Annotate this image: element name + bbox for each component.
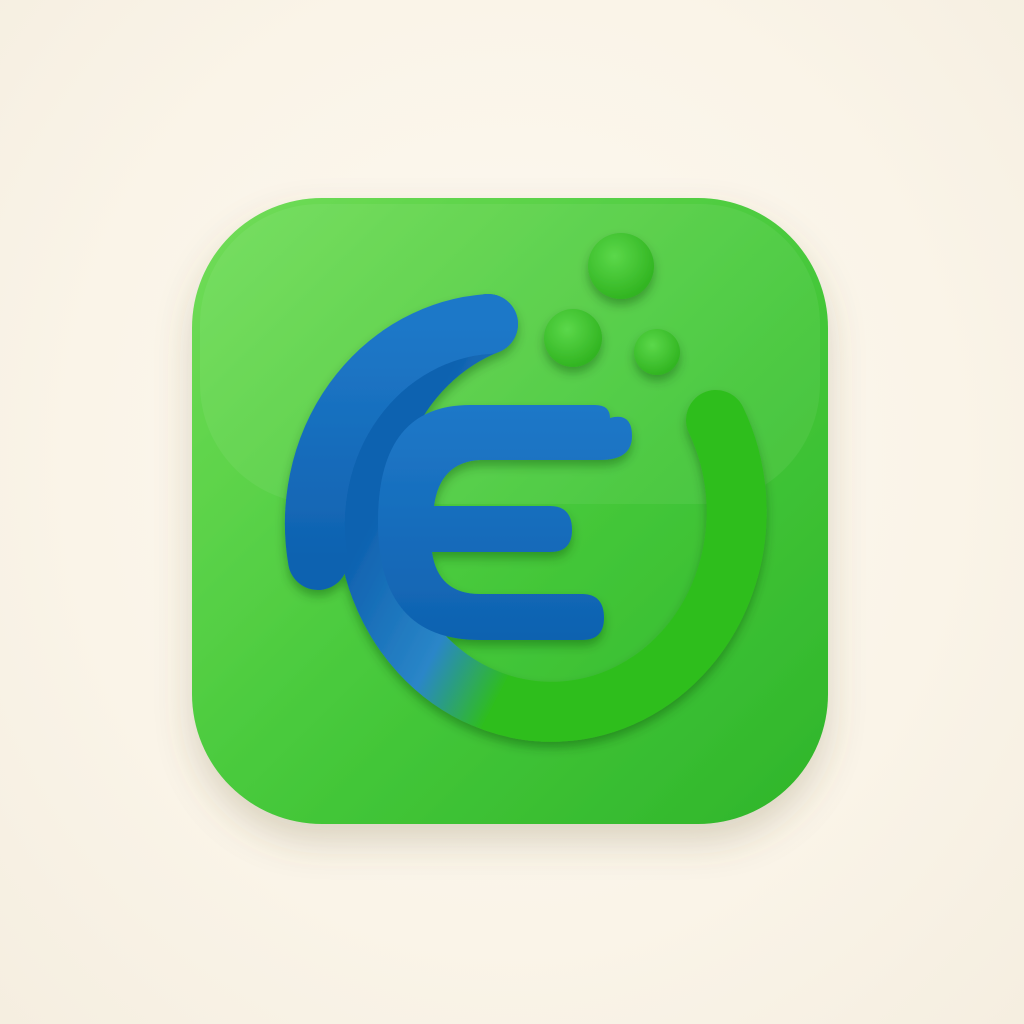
canvas (0, 0, 1024, 1024)
app-icon[interactable] (0, 0, 1024, 1024)
bubble-dot-medium (544, 309, 602, 367)
bubble-dot-large (588, 233, 654, 299)
bubble-dot-small (634, 329, 680, 375)
